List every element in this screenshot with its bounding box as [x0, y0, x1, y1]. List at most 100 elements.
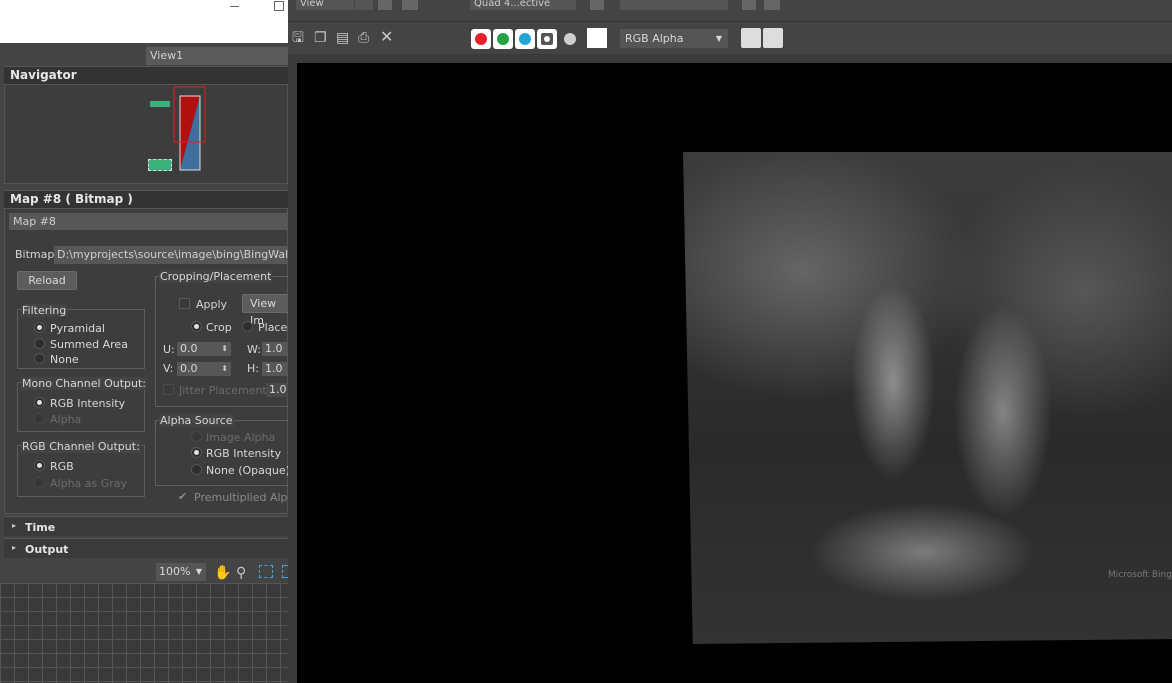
apply-checkbox[interactable]	[179, 298, 190, 309]
output-rollout-label: Output	[25, 543, 69, 556]
toolbar-icon-2[interactable]	[402, 0, 418, 10]
mono-alpha-label: Alpha	[50, 413, 82, 426]
v-value: 0.0	[180, 362, 198, 375]
crop-radio[interactable]	[191, 321, 202, 332]
view-tab[interactable]: View1	[146, 47, 288, 65]
filtering-none-label: None	[50, 353, 79, 366]
bitmap-image	[683, 152, 1172, 644]
toolbar-icon-3[interactable]	[742, 0, 756, 10]
chevron-down-icon: ▼	[715, 34, 722, 43]
red-channel-button[interactable]	[471, 29, 491, 49]
premultiplied-label: Premultiplied Alpha	[194, 491, 302, 504]
h-spinner[interactable]: 1.0	[262, 362, 288, 376]
node-graph-grid[interactable]	[0, 583, 288, 683]
rgb-alpha-gray-label: Alpha as Gray	[50, 477, 128, 490]
minimize-icon[interactable]	[230, 6, 239, 7]
filtering-pyramidal-label: Pyramidal	[50, 322, 105, 335]
jitter-spinner[interactable]: 1.0	[266, 383, 288, 397]
alpha-none-radio[interactable]	[191, 464, 202, 475]
channel-dropdown[interactable]: RGB Alpha ▼	[620, 29, 728, 48]
map-name-field[interactable]: Map #8	[9, 213, 288, 230]
preset-dropdown[interactable]	[620, 0, 728, 10]
expand-arrow-icon[interactable]: ▸	[12, 543, 16, 552]
alpha-rgb-intensity-label: RGB Intensity	[206, 447, 282, 460]
view-dropdown-arrow[interactable]	[354, 0, 373, 10]
mono-rgb-intensity-radio[interactable]	[34, 397, 45, 408]
print-icon[interactable]: ⎙	[358, 30, 369, 46]
navigator-node-selected[interactable]	[148, 159, 172, 171]
mono-rgb-intensity-label: RGB Intensity	[50, 397, 126, 410]
close-icon[interactable]: ✕	[380, 29, 393, 45]
display-toggle-icon[interactable]	[741, 28, 761, 48]
premultiplied-check-icon[interactable]: ✔	[178, 490, 187, 503]
mono-channel-label: Mono Channel Output:	[21, 377, 147, 390]
alpha-rgb-intensity-radio[interactable]	[191, 447, 202, 458]
pan-hand-icon[interactable]: ✋	[214, 565, 231, 581]
u-spinner[interactable]: 0.0 ⬍	[177, 342, 231, 356]
navigator-view[interactable]	[4, 84, 288, 184]
copy-icon[interactable]: ❐	[314, 30, 327, 46]
jitter-checkbox[interactable]	[163, 384, 174, 395]
channel-value: RGB Alpha	[625, 32, 684, 45]
clone-icon[interactable]: ▤	[336, 30, 349, 46]
view-dropdown[interactable]: View	[296, 0, 354, 10]
spinner-arrows-icon[interactable]: ⬍	[221, 342, 228, 356]
image-watermark: Microsoft Bing	[1108, 570, 1172, 580]
v-spinner[interactable]: 0.0 ⬍	[177, 362, 231, 376]
rgb-rgb-label: RGB	[50, 460, 74, 473]
w-spinner[interactable]: 1.0	[262, 342, 288, 356]
crop-label: Crop	[206, 321, 232, 334]
alpha-none-label: None (Opaque)	[206, 464, 290, 477]
alpha-dot	[544, 36, 550, 42]
save-icon[interactable]: 🖫	[292, 30, 304, 46]
alpha-image-label: Image Alpha	[206, 431, 276, 444]
h-label: H:	[247, 362, 259, 375]
spinner-arrows-icon[interactable]: ⬍	[221, 362, 228, 376]
v-label: V:	[163, 362, 174, 375]
lock-icon[interactable]	[590, 0, 604, 10]
toolbar-icon-1[interactable]	[378, 0, 392, 10]
swatch-color[interactable]	[587, 28, 607, 48]
alpha-channel-button[interactable]	[537, 29, 557, 49]
navigator-header[interactable]: Navigator	[4, 66, 288, 84]
rgb-alpha-gray-radio[interactable]	[34, 477, 45, 488]
expand-arrow-icon[interactable]: ▸	[12, 521, 16, 530]
quad-dropdown[interactable]: Quad 4...ective	[470, 0, 576, 10]
blue-channel-button[interactable]	[515, 29, 535, 49]
place-label: Place	[258, 321, 288, 334]
reload-button[interactable]: Reload	[17, 271, 77, 290]
time-rollout-label: Time	[25, 521, 56, 534]
filtering-summed-radio[interactable]	[34, 338, 45, 349]
filtering-none-radio[interactable]	[34, 353, 45, 364]
rgb-channel-label: RGB Channel Output:	[21, 440, 141, 453]
u-value: 0.0	[180, 342, 198, 355]
view-image-button[interactable]: View Im	[242, 294, 292, 327]
window-titlebar	[0, 0, 288, 43]
filtering-label: Filtering	[21, 304, 68, 317]
mono-alpha-radio[interactable]	[34, 413, 45, 424]
w-label: W:	[247, 343, 261, 356]
u-label: U:	[163, 343, 175, 356]
place-radio[interactable]	[242, 321, 253, 332]
toolbar-icon-4[interactable]	[764, 0, 780, 10]
zoom-dropdown[interactable]: 100% ▼	[156, 563, 206, 581]
alpha-image-radio[interactable]	[191, 431, 202, 442]
bitmap-label: Bitmap:	[15, 248, 59, 261]
maximize-icon[interactable]	[274, 1, 284, 11]
zoom-region-icon[interactable]	[259, 565, 273, 578]
monochrome-icon[interactable]	[564, 33, 576, 45]
alpha-channel-icon	[541, 33, 553, 45]
jitter-label: Jitter Placement:	[179, 384, 271, 397]
rgb-rgb-radio[interactable]	[34, 460, 45, 471]
display-toggle-2-icon[interactable]	[763, 28, 783, 48]
apply-label: Apply	[196, 298, 228, 311]
green-channel-button[interactable]	[493, 29, 513, 49]
map-header[interactable]: Map #8 ( Bitmap )	[4, 190, 288, 208]
navigator-node-green[interactable]	[150, 101, 170, 107]
zoom-magnifier-icon[interactable]: ⚲	[236, 565, 246, 581]
blue-channel-icon	[519, 33, 531, 45]
navigator-map-thumbnail[interactable]	[172, 85, 208, 175]
green-channel-icon	[497, 33, 509, 45]
bitmap-path-button[interactable]: D:\myprojects\source\image\bing\BingWall…	[54, 246, 288, 264]
filtering-pyramidal-radio[interactable]	[34, 322, 45, 333]
